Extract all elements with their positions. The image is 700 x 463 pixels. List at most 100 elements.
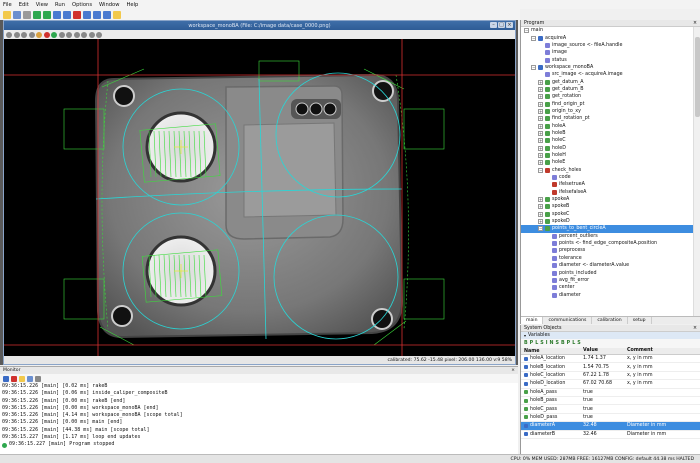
expand-icon[interactable]: + bbox=[538, 108, 543, 114]
variable-row[interactable]: diameterB 32.46 Diameter in mm bbox=[521, 431, 700, 439]
tree-node[interactable]: − points_to_bent_circleA bbox=[521, 225, 693, 233]
tree-node[interactable]: − acquireA bbox=[521, 34, 693, 41]
run-loop-icon[interactable] bbox=[43, 10, 51, 19]
expand-icon[interactable]: + bbox=[538, 123, 543, 129]
variable-row[interactable]: holeB_location 1.54 70.75 x, y in mm bbox=[521, 363, 700, 372]
variable-type-button[interactable]: S bbox=[577, 341, 580, 346]
tree-node[interactable]: − main bbox=[521, 27, 693, 34]
histogram-icon[interactable] bbox=[58, 31, 65, 38]
variable-type-button[interactable]: I bbox=[546, 341, 548, 346]
tree-node[interactable]: + holeC bbox=[521, 137, 693, 144]
variable-value[interactable]: true bbox=[583, 398, 627, 403]
column-value[interactable]: Value bbox=[583, 348, 627, 354]
expand-icon[interactable]: + bbox=[538, 153, 543, 159]
palette-icon[interactable] bbox=[88, 31, 95, 38]
tree-node[interactable]: + get_datum_B bbox=[521, 86, 693, 93]
tree-node[interactable]: + holeE bbox=[521, 159, 693, 166]
tree-node[interactable]: diameter bbox=[521, 291, 693, 298]
tree-node[interactable]: points <- find_edge_compositeA.position bbox=[521, 240, 693, 247]
tab-setup[interactable]: setup bbox=[628, 317, 652, 324]
zoom-out-icon[interactable] bbox=[13, 31, 20, 38]
collapse-icon[interactable]: − bbox=[531, 64, 536, 70]
variable-type-button[interactable]: P bbox=[567, 341, 571, 346]
tree-node[interactable]: src_image <- acquireA.image bbox=[521, 71, 693, 78]
variable-row[interactable]: holeA_pass true bbox=[521, 389, 700, 397]
variable-type-button[interactable]: L bbox=[572, 341, 575, 346]
expand-icon[interactable]: + bbox=[538, 204, 543, 210]
lightbulb-icon[interactable] bbox=[113, 10, 121, 19]
tree-node[interactable]: + spokeB bbox=[521, 203, 693, 210]
variable-row[interactable]: holeA_location 1.74 1.37 x, y in mm bbox=[521, 355, 700, 364]
run-icon[interactable] bbox=[33, 10, 41, 19]
grid-toggle-icon[interactable] bbox=[81, 31, 87, 38]
variable-value[interactable]: 1.74 1.37 bbox=[583, 356, 627, 361]
expand-icon[interactable]: + bbox=[538, 160, 543, 166]
scrollbar-thumb[interactable] bbox=[695, 37, 700, 117]
menu-edit[interactable]: Edit bbox=[19, 2, 29, 8]
tree-node[interactable]: + find_rotation_pt bbox=[521, 115, 693, 122]
tree-node[interactable]: − check_holes bbox=[521, 167, 693, 174]
tree-node[interactable]: avg_fit_error bbox=[521, 277, 693, 284]
expand-icon[interactable]: + bbox=[538, 197, 543, 203]
tree-node[interactable]: + get_rotation bbox=[521, 93, 693, 100]
expand-icon[interactable]: + bbox=[538, 101, 543, 107]
tree-node[interactable]: center bbox=[521, 284, 693, 291]
variable-row[interactable]: holeB_pass true bbox=[521, 397, 700, 406]
tree-node[interactable]: + holeH bbox=[521, 152, 693, 159]
variable-type-button[interactable]: P bbox=[530, 341, 534, 346]
system-objects-close-icon[interactable]: × bbox=[693, 326, 697, 331]
monitor-close-icon[interactable]: × bbox=[511, 368, 515, 373]
step-icon[interactable] bbox=[53, 10, 61, 19]
variable-value[interactable]: 67.02 70.68 bbox=[583, 381, 627, 386]
expand-icon[interactable]: + bbox=[538, 116, 543, 122]
tree-node[interactable]: + spokeA bbox=[521, 196, 693, 203]
menu-view[interactable]: View bbox=[36, 2, 48, 8]
collapse-icon[interactable]: ▾ bbox=[524, 333, 526, 338]
zoom-in-icon[interactable] bbox=[6, 31, 12, 38]
variable-value[interactable]: true bbox=[583, 390, 627, 395]
variable-value[interactable]: 1.54 70.75 bbox=[583, 365, 627, 370]
tree-node[interactable]: + holeB bbox=[521, 130, 693, 137]
variable-value[interactable]: 32.48 bbox=[583, 423, 627, 428]
record-icon[interactable] bbox=[43, 31, 50, 38]
tree-node[interactable]: status bbox=[521, 56, 693, 63]
expand-icon[interactable]: + bbox=[538, 86, 543, 92]
zoom-fit-icon[interactable] bbox=[21, 31, 27, 38]
expand-icon[interactable]: + bbox=[538, 211, 543, 217]
crosshair-icon[interactable] bbox=[66, 31, 72, 38]
monitor-save-icon[interactable] bbox=[27, 375, 33, 382]
menu-window[interactable]: Window bbox=[99, 2, 119, 8]
pan-icon[interactable] bbox=[28, 31, 35, 38]
expand-icon[interactable]: + bbox=[538, 130, 543, 136]
variables-header[interactable]: ▾ Variables bbox=[521, 332, 700, 339]
variable-type-button[interactable]: S bbox=[540, 341, 543, 346]
pointer-icon[interactable] bbox=[36, 31, 42, 38]
menu-run[interactable]: Run bbox=[55, 2, 65, 8]
tree-node[interactable]: + spokeC bbox=[521, 211, 693, 218]
tree-node[interactable]: + holeA bbox=[521, 122, 693, 129]
maximize-icon[interactable]: □ bbox=[498, 22, 505, 28]
image-canvas[interactable] bbox=[4, 39, 515, 356]
expand-icon[interactable]: + bbox=[538, 138, 543, 144]
expand-icon[interactable]: + bbox=[538, 145, 543, 151]
snapshot-icon[interactable] bbox=[96, 31, 102, 38]
open-folder-icon[interactable] bbox=[3, 10, 11, 19]
tree-node[interactable]: ifelsetrueA bbox=[521, 181, 693, 188]
tree-node[interactable]: diameter <- diameterA.value bbox=[521, 262, 693, 269]
collapse-icon[interactable]: − bbox=[538, 167, 543, 173]
collapse-icon[interactable]: − bbox=[538, 226, 543, 232]
variable-row[interactable]: holeD_pass true bbox=[521, 414, 700, 423]
monitor-settings-icon[interactable] bbox=[3, 375, 9, 382]
monitor-icon[interactable] bbox=[103, 10, 111, 19]
menu-options[interactable]: Options bbox=[72, 2, 92, 8]
variable-value[interactable]: 32.46 bbox=[583, 432, 627, 437]
tree-node[interactable]: image_source <- fileA.handle bbox=[521, 42, 693, 49]
stop-icon[interactable] bbox=[73, 10, 81, 19]
image-window-titlebar[interactable]: workspace_monoBA (File: C:/image data/ca… bbox=[4, 21, 515, 30]
variable-type-button[interactable]: S bbox=[556, 341, 559, 346]
variable-row[interactable]: holeD_location 67.02 70.68 x, y in mm bbox=[521, 380, 700, 389]
expand-icon[interactable]: + bbox=[538, 94, 543, 100]
tree-node[interactable]: tolerance bbox=[521, 255, 693, 262]
tree-node[interactable]: − workspace_monoBA bbox=[521, 64, 693, 71]
variable-value[interactable]: true bbox=[583, 407, 627, 412]
